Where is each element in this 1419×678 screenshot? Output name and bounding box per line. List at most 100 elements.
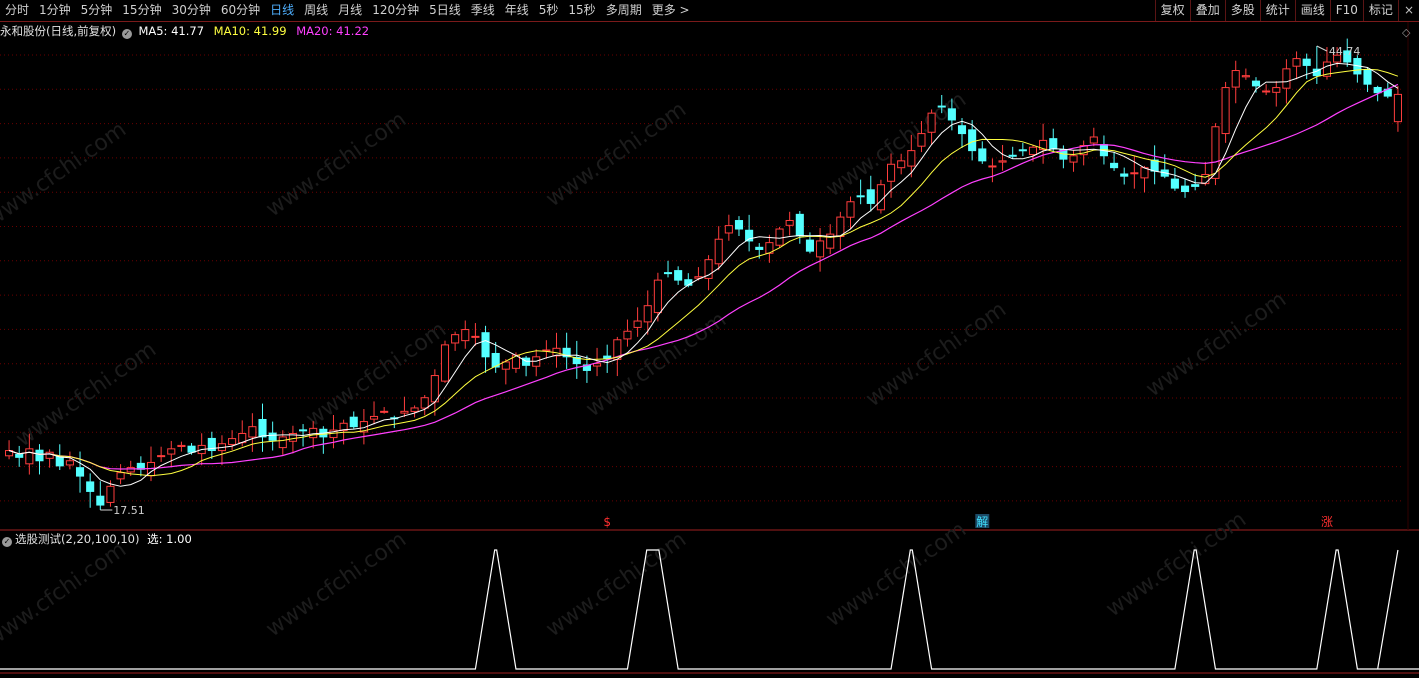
candle-down xyxy=(1363,69,1372,85)
watermark-text: www.cfchi.com xyxy=(0,537,131,652)
candle-down xyxy=(734,220,744,230)
candle-down xyxy=(1251,80,1261,87)
candle-down xyxy=(1302,58,1311,66)
candle-up xyxy=(248,426,257,438)
watermark-text: www.cfchi.com xyxy=(1102,507,1251,622)
watermark-text: www.cfchi.com xyxy=(12,337,161,452)
candle-up xyxy=(714,238,723,265)
candle-down xyxy=(968,129,977,152)
watermark-text: www.cfchi.com xyxy=(542,97,691,212)
candle-down xyxy=(795,213,804,237)
candle-up xyxy=(1221,87,1230,135)
watermark-text: www.cfchi.com xyxy=(1142,287,1291,402)
candle-up xyxy=(1282,68,1291,89)
candle-up xyxy=(461,329,470,342)
candle-down xyxy=(978,148,987,162)
ma10-line xyxy=(8,68,1399,477)
watermarks: www.cfchi.com www.cfchi.com www.cfchi.com w… xyxy=(0,87,1291,652)
candle-down xyxy=(1110,162,1119,169)
candle-down xyxy=(1191,184,1200,187)
candle-up xyxy=(633,320,642,328)
event-marker-2[interactable]: 涨 xyxy=(1319,514,1334,529)
candle-up xyxy=(998,160,1007,163)
candle-up xyxy=(927,112,936,133)
candle-up xyxy=(420,397,429,409)
candle-down xyxy=(674,270,683,281)
candle-up xyxy=(106,485,115,503)
candle-up xyxy=(1130,172,1139,175)
candle-up xyxy=(400,410,409,414)
watermark-text: www.cfchi.com xyxy=(582,307,731,422)
candle-down xyxy=(86,481,95,492)
watermark-text: www.cfchi.com xyxy=(542,527,691,642)
candle-up xyxy=(410,407,419,412)
candles xyxy=(5,38,1402,510)
candle-up xyxy=(471,335,480,338)
candle-up xyxy=(369,415,379,420)
candle-up xyxy=(167,448,176,455)
candle-up xyxy=(816,240,825,258)
candle-up xyxy=(724,225,733,234)
kline-chart[interactable]: www.cfchi.com www.cfchi.com www.cfchi.com w… xyxy=(0,0,1419,678)
candle-up xyxy=(988,165,997,168)
candle-down xyxy=(1373,86,1382,94)
candle-down xyxy=(1018,149,1027,152)
low-price-label: 17.51 xyxy=(113,504,145,517)
high-pointer xyxy=(1316,45,1328,52)
candle-up xyxy=(309,427,318,439)
candle-down xyxy=(1049,138,1058,150)
candle-up xyxy=(380,410,389,413)
candle-down xyxy=(1008,154,1017,157)
event-marker-label: $ xyxy=(603,515,611,529)
candle-down xyxy=(268,432,277,441)
watermark-text: www.cfchi.com xyxy=(262,107,411,222)
candle-up xyxy=(876,184,885,211)
candle-down xyxy=(805,239,814,252)
candle-down xyxy=(75,467,85,477)
candle-up xyxy=(126,467,135,473)
candle-up xyxy=(116,472,125,480)
candle-down xyxy=(15,453,24,458)
candle-up xyxy=(228,438,237,445)
signal-line xyxy=(0,549,1419,670)
candle-up xyxy=(775,228,784,246)
candle-down xyxy=(937,105,946,108)
candle-down xyxy=(856,195,865,198)
event-marker-label: 涨 xyxy=(1321,514,1333,529)
candle-down xyxy=(187,445,196,453)
candle-down xyxy=(96,495,105,506)
candle-down xyxy=(35,449,44,462)
high-price-label: 44.74 xyxy=(1329,45,1361,58)
candle-down xyxy=(1120,173,1129,177)
candle-up xyxy=(1089,136,1098,144)
watermark-text: www.cfchi.com xyxy=(0,117,131,232)
candle-up xyxy=(65,460,74,466)
candle-up xyxy=(501,361,510,370)
expand-icon[interactable]: ◇ xyxy=(1402,26,1411,39)
candle-down xyxy=(663,272,673,275)
candle-down xyxy=(299,429,308,432)
candle-down xyxy=(349,416,358,428)
candle-up xyxy=(785,219,794,226)
candle-up xyxy=(1028,146,1038,156)
watermark-text: www.cfchi.com xyxy=(262,527,411,642)
candle-up xyxy=(25,448,34,465)
candle-up xyxy=(1241,75,1250,78)
candle-up xyxy=(653,279,662,314)
watermark-text: www.cfchi.com xyxy=(822,517,971,632)
candle-up xyxy=(1262,90,1271,93)
watermark-text: www.cfchi.com xyxy=(822,87,971,202)
event-marker-1[interactable]: 解 xyxy=(975,514,990,529)
candle-up xyxy=(1272,87,1281,93)
candle-up xyxy=(643,305,652,323)
candle-up xyxy=(177,444,186,447)
candle-up xyxy=(623,330,632,340)
candle-down xyxy=(947,108,956,121)
event-marker-0[interactable]: $ xyxy=(600,514,615,529)
candle-up xyxy=(451,334,460,344)
candle-up xyxy=(1069,155,1078,163)
candle-up xyxy=(1393,93,1402,123)
candle-up xyxy=(907,150,916,167)
candle-up xyxy=(440,344,450,382)
candle-up xyxy=(45,451,54,459)
